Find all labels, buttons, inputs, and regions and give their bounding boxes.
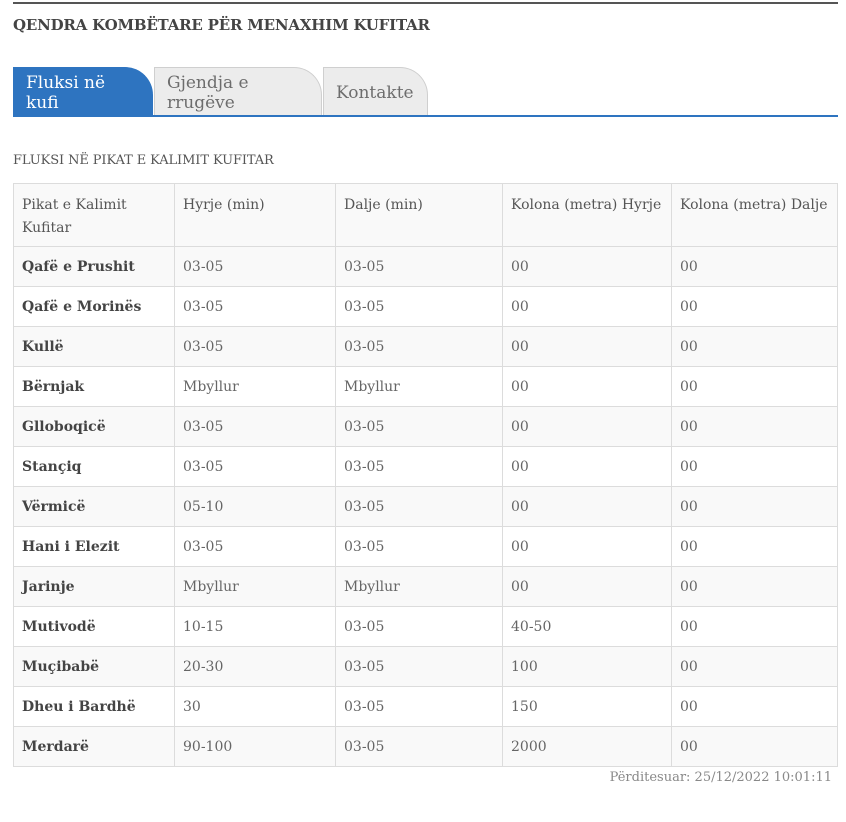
table-row: Muçibabë 20-30 03-05 100 00 bbox=[13, 646, 838, 687]
cell-queue-entry: 00 bbox=[502, 246, 672, 287]
column-header-queue-exit: Kolona (metra) Dalje bbox=[671, 183, 838, 247]
cell-queue-exit: 00 bbox=[671, 606, 838, 647]
cell-queue-exit: 00 bbox=[671, 686, 838, 727]
cell-exit-min: 03-05 bbox=[335, 726, 503, 767]
cell-entry-min: 90-100 bbox=[174, 726, 336, 767]
cell-exit-min: 03-05 bbox=[335, 686, 503, 727]
cell-crossing-point: Bërnjak bbox=[13, 366, 175, 407]
table-row: Mutivodë 10-15 03-05 40-50 00 bbox=[13, 606, 838, 647]
cell-queue-entry: 00 bbox=[502, 406, 672, 447]
table-row: Kullë 03-05 03-05 00 00 bbox=[13, 326, 838, 367]
tabs-underline bbox=[13, 115, 838, 117]
table-row: Glloboqicë 03-05 03-05 00 00 bbox=[13, 406, 838, 447]
cell-crossing-point: Qafë e Prushit bbox=[13, 246, 175, 287]
cell-crossing-point: Mutivodë bbox=[13, 606, 175, 647]
cell-queue-exit: 00 bbox=[671, 366, 838, 407]
cell-entry-min: 03-05 bbox=[174, 526, 336, 567]
cell-queue-exit: 00 bbox=[671, 566, 838, 607]
cell-exit-min: 03-05 bbox=[335, 486, 503, 527]
cell-entry-min: 20-30 bbox=[174, 646, 336, 687]
cell-crossing-point: Merdarë bbox=[13, 726, 175, 767]
cell-queue-exit: 00 bbox=[671, 406, 838, 447]
cell-entry-min: 10-15 bbox=[174, 606, 336, 647]
cell-queue-entry: 40-50 bbox=[502, 606, 672, 647]
tab-gjendja-e-rrugeve[interactable]: Gjendja e rrugëve bbox=[154, 67, 322, 117]
cell-queue-exit: 00 bbox=[671, 246, 838, 287]
table-row: Vërmicë 05-10 03-05 00 00 bbox=[13, 486, 838, 527]
cell-exit-min: 03-05 bbox=[335, 526, 503, 567]
cell-queue-entry: 100 bbox=[502, 646, 672, 687]
cell-crossing-point: Dheu i Bardhë bbox=[13, 686, 175, 727]
cell-entry-min: 03-05 bbox=[174, 406, 336, 447]
cell-exit-min: 03-05 bbox=[335, 286, 503, 327]
table-row: Hani i Elezit 03-05 03-05 00 00 bbox=[13, 526, 838, 567]
cell-queue-exit: 00 bbox=[671, 526, 838, 567]
table-row: Qafë e Morinës 03-05 03-05 00 00 bbox=[13, 286, 838, 327]
table-row: Stançiq 03-05 03-05 00 00 bbox=[13, 446, 838, 487]
cell-queue-entry: 00 bbox=[502, 486, 672, 527]
cell-queue-exit: 00 bbox=[671, 326, 838, 367]
cell-entry-min: 05-10 bbox=[174, 486, 336, 527]
table-header-row: Pikat e Kalimit Kufitar Hyrje (min) Dalj… bbox=[13, 183, 838, 247]
tab-bar: Fluksi në kufi Gjendja e rrugëve Kontakt… bbox=[13, 66, 429, 117]
cell-crossing-point: Qafë e Morinës bbox=[13, 286, 175, 327]
cell-crossing-point: Stançiq bbox=[13, 446, 175, 487]
cell-entry-min: 03-05 bbox=[174, 286, 336, 327]
cell-queue-entry: 00 bbox=[502, 366, 672, 407]
cell-entry-min: 30 bbox=[174, 686, 336, 727]
cell-crossing-point: Jarinje bbox=[13, 566, 175, 607]
page-title: QENDRA KOMBËTARE PËR MENAXHIM KUFITAR bbox=[13, 16, 430, 34]
table-row: Bërnjak Mbyllur Mbyllur 00 00 bbox=[13, 366, 838, 407]
table-row: Dheu i Bardhë 30 03-05 150 00 bbox=[13, 686, 838, 727]
cell-queue-exit: 00 bbox=[671, 726, 838, 767]
cell-exit-min: 03-05 bbox=[335, 246, 503, 287]
cell-exit-min: 03-05 bbox=[335, 406, 503, 447]
cell-exit-min: Mbyllur bbox=[335, 366, 503, 407]
table-row: Qafë e Prushit 03-05 03-05 00 00 bbox=[13, 246, 838, 287]
cell-queue-entry: 00 bbox=[502, 446, 672, 487]
cell-crossing-point: Kullë bbox=[13, 326, 175, 367]
cell-entry-min: 03-05 bbox=[174, 326, 336, 367]
cell-exit-min: 03-05 bbox=[335, 606, 503, 647]
column-header-crossing-point: Pikat e Kalimit Kufitar bbox=[13, 183, 175, 247]
table-body: Qafë e Prushit 03-05 03-05 00 00 Qafë e Morin… bbox=[13, 246, 838, 767]
cell-queue-exit: 00 bbox=[671, 646, 838, 687]
column-header-queue-entry: Kolona (metra) Hyrje bbox=[502, 183, 672, 247]
cell-queue-entry: 2000 bbox=[502, 726, 672, 767]
table-row: Jarinje Mbyllur Mbyllur 00 00 bbox=[13, 566, 838, 607]
cell-queue-entry: 150 bbox=[502, 686, 672, 727]
cell-entry-min: 03-05 bbox=[174, 246, 336, 287]
last-updated-text: Përditesuar: 25/12/2022 10:01:11 bbox=[609, 770, 832, 785]
cell-queue-entry: 00 bbox=[502, 526, 672, 567]
table-row: Merdarë 90-100 03-05 2000 00 bbox=[13, 726, 838, 767]
cell-queue-entry: 00 bbox=[502, 566, 672, 607]
top-divider bbox=[13, 2, 838, 4]
border-flow-table: Pikat e Kalimit Kufitar Hyrje (min) Dalj… bbox=[13, 183, 838, 767]
tab-kontakte[interactable]: Kontakte bbox=[323, 67, 428, 117]
cell-queue-exit: 00 bbox=[671, 286, 838, 327]
cell-crossing-point: Hani i Elezit bbox=[13, 526, 175, 567]
cell-exit-min: 03-05 bbox=[335, 646, 503, 687]
cell-queue-entry: 00 bbox=[502, 286, 672, 327]
cell-exit-min: Mbyllur bbox=[335, 566, 503, 607]
column-header-entry-min: Hyrje (min) bbox=[174, 183, 336, 247]
section-title: FLUKSI NË PIKAT E KALIMIT KUFITAR bbox=[13, 153, 274, 168]
column-header-exit-min: Dalje (min) bbox=[335, 183, 503, 247]
cell-crossing-point: Glloboqicë bbox=[13, 406, 175, 447]
cell-queue-entry: 00 bbox=[502, 326, 672, 367]
cell-entry-min: Mbyllur bbox=[174, 566, 336, 607]
cell-queue-exit: 00 bbox=[671, 446, 838, 487]
tab-fluksi-ne-kufi[interactable]: Fluksi në kufi bbox=[13, 67, 153, 117]
cell-entry-min: 03-05 bbox=[174, 446, 336, 487]
cell-exit-min: 03-05 bbox=[335, 446, 503, 487]
cell-crossing-point: Vërmicë bbox=[13, 486, 175, 527]
cell-crossing-point: Muçibabë bbox=[13, 646, 175, 687]
cell-entry-min: Mbyllur bbox=[174, 366, 336, 407]
cell-exit-min: 03-05 bbox=[335, 326, 503, 367]
cell-queue-exit: 00 bbox=[671, 486, 838, 527]
